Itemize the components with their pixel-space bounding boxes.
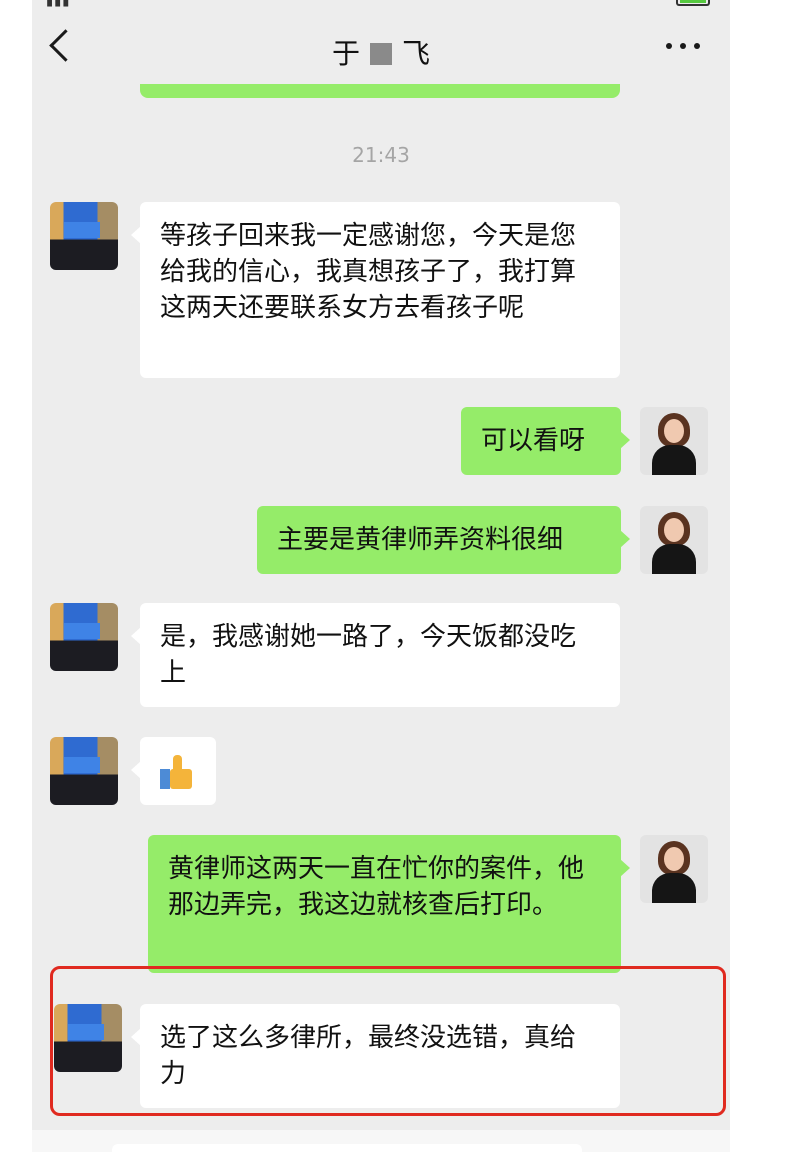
redacted-block [370, 43, 392, 65]
message-bubble-incoming[interactable]: 是，我感谢她一路了，今天饭都没吃上 [131, 603, 620, 707]
message-timestamp: 21:43 [352, 143, 410, 167]
chat-header: 于飞 [32, 8, 730, 86]
message-bubble-outgoing[interactable]: 黄律师这两天一直在忙你的案件，他那边弄完，我这边就核查后打印。 [148, 835, 630, 973]
chat-title: 于飞 [32, 32, 730, 72]
message-input[interactable] [112, 1144, 582, 1152]
message-bubble-outgoing[interactable]: 可以看呀 [461, 407, 630, 475]
chat-screen: ▮▮▮ 于飞 21:43 等孩子回来我一定感谢您，今天是您给我的信心，我真想孩子… [32, 0, 730, 1152]
title-name-last: 飞 [402, 37, 431, 70]
lawyer-avatar[interactable] [640, 506, 708, 574]
message-bubble-incoming[interactable] [131, 737, 216, 805]
client-avatar[interactable] [50, 202, 118, 270]
previous-message-bubble [140, 84, 620, 98]
battery-icon [676, 0, 710, 6]
lawyer-avatar[interactable] [640, 407, 708, 475]
more-dots-icon[interactable] [666, 43, 700, 51]
message-bubble-outgoing[interactable]: 主要是黄律师弄资料很细 [257, 506, 630, 574]
client-avatar[interactable] [50, 737, 118, 805]
input-bar [32, 1130, 730, 1152]
highlight-annotation-box [50, 966, 726, 1116]
title-name-first: 于 [331, 37, 360, 70]
client-avatar[interactable] [50, 603, 118, 671]
lawyer-avatar[interactable] [640, 835, 708, 903]
status-bar: ▮▮▮ [32, 0, 730, 9]
message-bubble-incoming[interactable]: 等孩子回来我一定感谢您，今天是您给我的信心，我真想孩子了，我打算这两天还要联系女… [131, 202, 620, 378]
thumbs-up-icon [160, 755, 194, 789]
